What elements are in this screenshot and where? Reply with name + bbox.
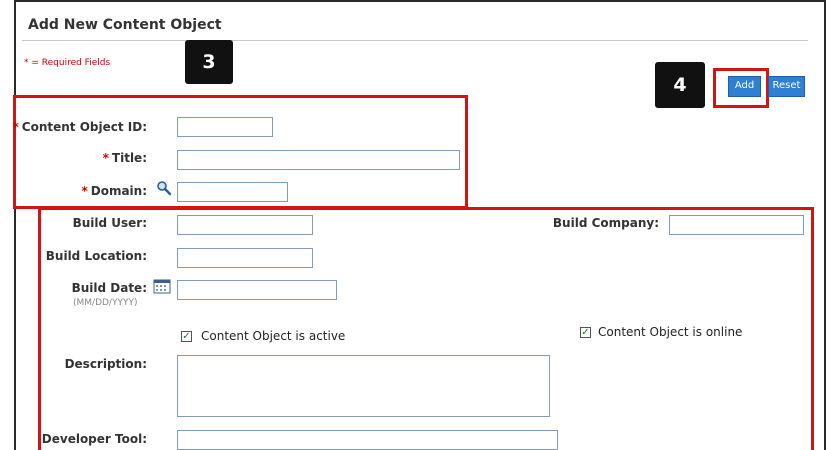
build-location-label: Build Location:: [45, 249, 147, 263]
title-label: * Title:: [102, 151, 147, 165]
developer-tool-label: Developer Tool:: [41, 432, 147, 446]
title-divider: [22, 40, 808, 41]
content-object-id-label: * Content Object ID:: [12, 120, 147, 134]
reset-button[interactable]: Reset: [768, 76, 805, 97]
required-star: *: [12, 120, 19, 134]
required-fields-note: * = Required Fields: [24, 58, 111, 68]
build-user-input[interactable]: [177, 215, 313, 235]
title-input[interactable]: [177, 150, 460, 170]
domain-label: * Domain:: [81, 184, 147, 198]
required-star: *: [81, 184, 88, 198]
online-checkbox[interactable]: ✓: [580, 327, 591, 338]
content-object-id-input[interactable]: [177, 117, 273, 137]
build-date-label: Build Date:: [71, 281, 147, 295]
build-user-label: Build User:: [72, 216, 147, 230]
form-title: Add New Content Object: [28, 17, 222, 33]
active-checkbox[interactable]: ✓: [181, 331, 192, 342]
build-date-input[interactable]: [177, 280, 337, 300]
step-4-badge: 4: [655, 62, 705, 108]
online-checkbox-label: Content Object is online: [598, 325, 743, 339]
description-textarea[interactable]: [177, 355, 550, 417]
step-3-badge: 3: [185, 40, 233, 84]
developer-tool-input[interactable]: [177, 430, 558, 450]
build-company-label: Build Company:: [552, 216, 659, 230]
calendar-icon[interactable]: [153, 278, 171, 294]
build-date-format-hint: (MM/DD/YYYY): [73, 298, 138, 308]
description-label: Description:: [64, 357, 147, 371]
magnifier-icon[interactable]: [156, 180, 172, 196]
domain-input[interactable]: [177, 182, 288, 202]
build-location-input[interactable]: [177, 248, 313, 268]
required-star: *: [102, 151, 109, 165]
active-checkbox-label: Content Object is active: [201, 329, 346, 343]
build-company-input[interactable]: [669, 215, 804, 235]
add-button[interactable]: Add: [728, 76, 761, 97]
